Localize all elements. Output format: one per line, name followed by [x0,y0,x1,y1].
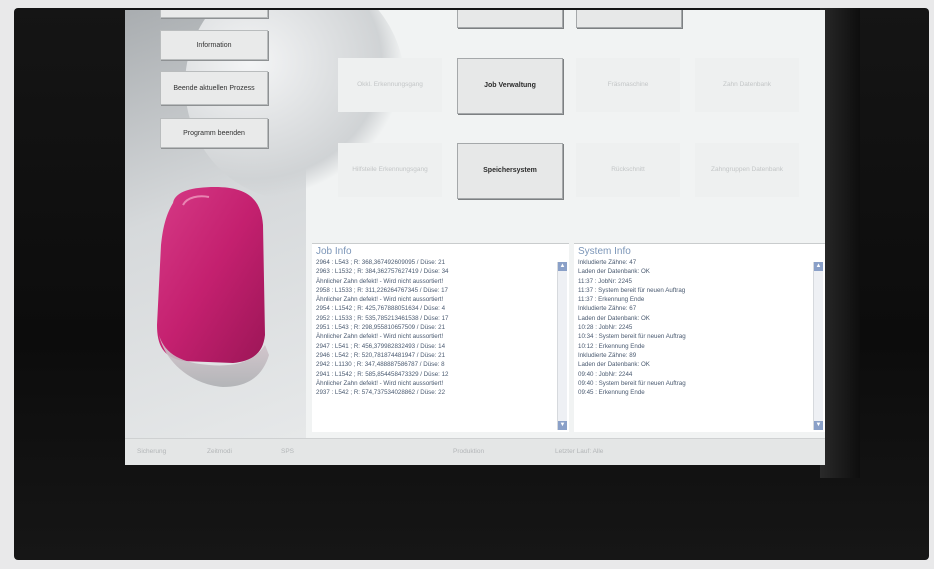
info-line: 2954 : L1542 ; R: 425,767888051634 / Düs… [316,305,446,313]
info-line: 10:12 : Erkennung Ende [578,342,645,350]
info-line: 2951 : L543 ; R: 298,955810657509 / Düse… [316,324,446,332]
tile-top-2[interactable] [576,10,682,28]
sidebar-button-top[interactable] [160,10,268,18]
exit-program-button[interactable]: Programm beenden [160,118,268,148]
info-line: 10:28 : JobNr: 2245 [578,324,633,332]
app-screen: Information Beende aktuellen Prozess Pro… [125,10,825,465]
status-item-last-run: Letzter Lauf: Alle [555,448,604,455]
status-bar: Sicherung Zeitmodi SPS Produktion Letzte… [125,438,825,465]
info-line: 2946 : L542 ; R: 520,781874481947 / Düse… [316,351,446,359]
tile-cutback[interactable]: Rückschnitt [576,143,680,197]
info-line: 10:34 : System bereit für neuen Auftrag [578,333,686,341]
system-info-list: Inkludierte Zähne: 47 Laden der Datenbank… [574,258,825,397]
info-line: 09:40 : System bereit für neuen Auftrag [578,379,686,387]
info-line: 11:37 : System bereit für neuen Auftrag [578,286,686,294]
monitor-bezel-edge [820,8,860,478]
info-line: Ähnlicher Zahn defekt! - Wird nicht auss… [316,277,444,285]
tile-tooth-group-database[interactable]: Zahngruppen Datenbank [695,143,799,197]
scroll-up-icon[interactable]: ▲ [558,262,567,271]
system-info-scrollbar[interactable]: ▲ ▼ [813,262,823,430]
job-info-title: Job Info [316,246,352,257]
info-line: Inkludierte Zähne: 67 [578,305,637,313]
tile-top-1[interactable] [457,10,563,28]
end-process-button[interactable]: Beende aktuellen Prozess [160,71,268,105]
info-line: 2952 : L1533 ; R: 535,785213461538 / Düs… [316,314,449,322]
status-item-backup: Sicherung [137,448,167,455]
function-tile-grid: Okkl. Erkennungsgang Job Verwaltung Fräs… [314,10,825,242]
tile-occlusal-recognition[interactable]: Okkl. Erkennungsgang [338,58,442,112]
info-line: Ähnlicher Zahn defekt! - Wird nicht auss… [316,296,444,304]
scroll-up-icon[interactable]: ▲ [814,262,823,271]
system-info-panel: System Info Inkludierte Zähne: 47 Laden d… [574,243,825,432]
tile-tooth-database[interactable]: Zahn Datenbank [695,58,799,112]
scroll-down-icon[interactable]: ▼ [814,421,823,430]
tooth-crown-image [157,187,269,387]
system-info-title: System Info [578,246,631,257]
info-line: 2947 : L541 ; R: 456,379982832493 / Düse… [316,342,446,350]
tile-storage-system[interactable]: Speichersystem [457,143,563,199]
info-line: Laden der Datenbank: OK [578,361,650,369]
information-button[interactable]: Information [160,30,268,60]
tile-job-management[interactable]: Job Verwaltung [457,58,563,114]
info-line: 11:37 : Erkennung Ende [578,296,645,304]
left-panel: Information Beende aktuellen Prozess Pro… [125,10,405,438]
info-line: 2963 : L1532 ; R: 384,362757627419 / Düs… [316,268,449,276]
job-info-panel: Job Info 2964 : L543 ; R: 368,3674926090… [312,243,569,432]
info-line: 11:37 : JobNr: 2245 [578,277,632,285]
info-line: 2937 : L542 ; R: 574,737534028862 / Düse… [316,389,446,397]
status-item-time-mode: Zeitmodi [207,448,232,455]
scroll-down-icon[interactable]: ▼ [558,421,567,430]
info-line: 2942 : L1130 ; R: 347,488887586787 / Düs… [316,361,445,369]
tile-auxiliary-recognition[interactable]: Hilfsteile Erkennungsgang [338,143,442,197]
job-info-scrollbar[interactable]: ▲ ▼ [557,262,567,430]
info-line: 2941 : L1542 ; R: 585,854458473329 / Düs… [316,370,449,378]
info-line: Inkludierte Zähne: 89 [578,351,637,359]
tile-milling-machine[interactable]: Fräsmaschine [576,58,680,112]
info-line: Ähnlicher Zahn defekt! - Wird nicht auss… [316,333,444,341]
info-line: Laden der Datenbank: OK [578,268,650,276]
info-line: 2964 : L543 ; R: 368,367492609095 / Düse… [316,259,446,266]
status-item-production: Produktion [453,448,485,455]
info-line: Laden der Datenbank: OK [578,314,650,322]
info-line: Inkludierte Zähne: 47 [578,259,637,266]
status-item-plc: SPS [281,448,295,455]
info-line: Ähnlicher Zahn defekt! - Wird nicht auss… [316,379,444,387]
job-info-list: 2964 : L543 ; R: 368,367492609095 / Düse… [312,258,569,397]
info-line: 09:45 : Erkennung Ende [578,389,645,397]
info-line: 09:40 : JobNr: 2244 [578,370,633,378]
info-line: 2958 : L1533 ; R: 311,226264767345 / Düs… [316,286,448,294]
